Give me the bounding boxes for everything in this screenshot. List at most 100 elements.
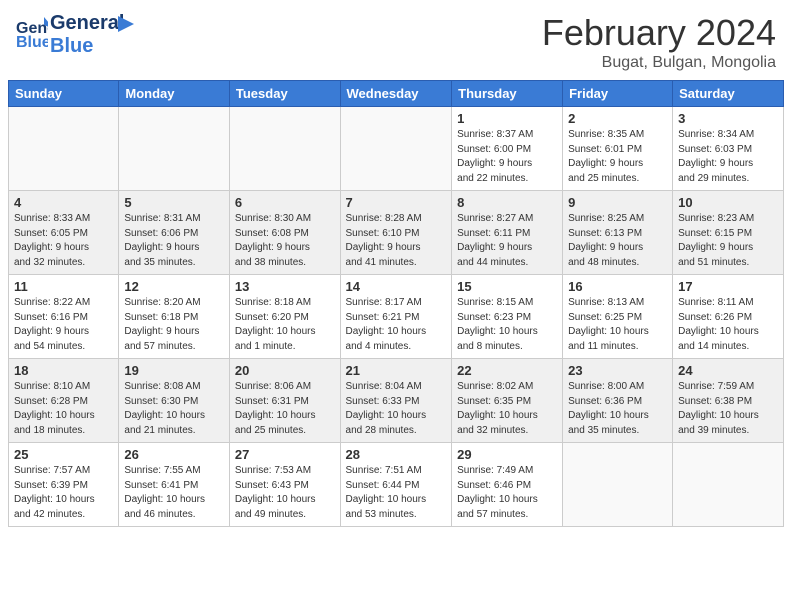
day-info: Sunrise: 7:59 AM Sunset: 6:38 PM Dayligh… — [678, 380, 778, 438]
subtitle: Bugat, Bulgan, Mongolia — [542, 54, 776, 72]
day-info: Sunrise: 8:23 AM Sunset: 6:15 PM Dayligh… — [678, 212, 778, 270]
calendar-cell: 28Sunrise: 7:51 AM Sunset: 6:44 PM Dayli… — [340, 443, 452, 527]
day-info: Sunrise: 8:04 AM Sunset: 6:33 PM Dayligh… — [346, 380, 447, 438]
day-info: Sunrise: 8:35 AM Sunset: 6:01 PM Dayligh… — [568, 128, 667, 186]
calendar-cell — [119, 107, 230, 191]
calendar-week-row: 25 Sunrise: 7:57 AM Sunset: 6:39 PM Dayli… — [9, 443, 784, 527]
day-number: 22 — [457, 363, 557, 378]
day-number: 10 — [678, 195, 778, 210]
calendar-cell — [229, 107, 340, 191]
day-info: Sunrise: 8:28 AM Sunset: 6:10 PM Dayligh… — [346, 212, 447, 270]
calendar-cell: 11Sunrise: 8:22 AM Sunset: 6:16 PM Dayli… — [9, 275, 119, 359]
logo-blue: Blue — [50, 35, 124, 58]
calendar-body: 1 Sunrise: 8:37 AM Sunset: 6:00 PM Daylig… — [9, 107, 784, 527]
day-number: 8 — [457, 195, 557, 210]
day-number: 3 — [678, 111, 778, 126]
calendar-table: SundayMondayTuesdayWednesdayThursdayFrid… — [8, 80, 784, 527]
day-number: 5 — [124, 195, 224, 210]
calendar-cell: 25 Sunrise: 7:57 AM Sunset: 6:39 PM Dayli… — [9, 443, 119, 527]
calendar-cell: 14 Sunrise: 8:17 AM Sunset: 6:21 PM Dayli… — [340, 275, 452, 359]
day-info: Sunrise: 8:10 AM Sunset: 6:28 PM Dayligh… — [14, 380, 113, 438]
day-number: 1 — [457, 111, 557, 126]
day-info: Sunrise: 7:49 AM Sunset: 6:46 PM Dayligh… — [457, 464, 557, 522]
day-info: Sunrise: 8:13 AM Sunset: 6:25 PM Dayligh… — [568, 296, 667, 354]
day-info: Sunrise: 7:57 AM Sunset: 6:39 PM Dayligh… — [14, 464, 113, 522]
calendar-cell: 20 Sunrise: 8:06 AM Sunset: 6:31 PM Dayli… — [229, 359, 340, 443]
calendar-header: SundayMondayTuesdayWednesdayThursdayFrid… — [9, 81, 784, 107]
day-number: 24 — [678, 363, 778, 378]
day-number: 15 — [457, 279, 557, 294]
day-header-wednesday: Wednesday — [340, 81, 452, 107]
day-info: Sunrise: 8:37 AM Sunset: 6:00 PM Dayligh… — [457, 128, 557, 186]
days-header-row: SundayMondayTuesdayWednesdayThursdayFrid… — [9, 81, 784, 107]
day-number: 6 — [235, 195, 335, 210]
calendar-cell: 7Sunrise: 8:28 AM Sunset: 6:10 PM Daylig… — [340, 191, 452, 275]
calendar-cell: 18 Sunrise: 8:10 AM Sunset: 6:28 PM Dayli… — [9, 359, 119, 443]
day-header-tuesday: Tuesday — [229, 81, 340, 107]
day-info: Sunrise: 8:00 AM Sunset: 6:36 PM Dayligh… — [568, 380, 667, 438]
calendar-cell: 10 Sunrise: 8:23 AM Sunset: 6:15 PM Dayli… — [673, 191, 784, 275]
logo-triangle — [118, 16, 134, 37]
calendar-cell: 22Sunrise: 8:02 AM Sunset: 6:35 PM Dayli… — [452, 359, 563, 443]
day-number: 20 — [235, 363, 335, 378]
day-info: Sunrise: 8:20 AM Sunset: 6:18 PM Dayligh… — [124, 296, 224, 354]
day-number: 2 — [568, 111, 667, 126]
day-info: Sunrise: 7:53 AM Sunset: 6:43 PM Dayligh… — [235, 464, 335, 522]
svg-text:Blue: Blue — [16, 34, 48, 51]
calendar-cell — [9, 107, 119, 191]
calendar-cell — [563, 443, 673, 527]
calendar-cell: 8Sunrise: 8:27 AM Sunset: 6:11 PM Daylig… — [452, 191, 563, 275]
calendar-week-row: 4Sunrise: 8:33 AM Sunset: 6:05 PM Daylig… — [9, 191, 784, 275]
logo-general: General — [50, 12, 124, 35]
calendar-cell: 9Sunrise: 8:25 AM Sunset: 6:13 PM Daylig… — [563, 191, 673, 275]
calendar-week-row: 1 Sunrise: 8:37 AM Sunset: 6:00 PM Daylig… — [9, 107, 784, 191]
day-number: 26 — [124, 447, 224, 462]
calendar-cell: 16 Sunrise: 8:13 AM Sunset: 6:25 PM Dayli… — [563, 275, 673, 359]
day-info: Sunrise: 8:17 AM Sunset: 6:21 PM Dayligh… — [346, 296, 447, 354]
calendar-cell: 21 Sunrise: 8:04 AM Sunset: 6:33 PM Dayli… — [340, 359, 452, 443]
day-number: 14 — [346, 279, 447, 294]
day-number: 25 — [14, 447, 113, 462]
calendar-wrap: SundayMondayTuesdayWednesdayThursdayFrid… — [0, 80, 792, 531]
header: General Blue General Blue February 2024 … — [0, 0, 792, 80]
day-number: 12 — [124, 279, 224, 294]
calendar-cell: 23 Sunrise: 8:00 AM Sunset: 6:36 PM Dayli… — [563, 359, 673, 443]
day-number: 19 — [124, 363, 224, 378]
day-info: Sunrise: 8:11 AM Sunset: 6:26 PM Dayligh… — [678, 296, 778, 354]
day-number: 21 — [346, 363, 447, 378]
day-number: 13 — [235, 279, 335, 294]
day-info: Sunrise: 7:55 AM Sunset: 6:41 PM Dayligh… — [124, 464, 224, 522]
logo: General Blue General Blue — [16, 12, 134, 58]
calendar-cell: 2 Sunrise: 8:35 AM Sunset: 6:01 PM Daylig… — [563, 107, 673, 191]
calendar-cell: 24 Sunrise: 7:59 AM Sunset: 6:38 PM Dayli… — [673, 359, 784, 443]
calendar-cell — [340, 107, 452, 191]
calendar-cell: 19 Sunrise: 8:08 AM Sunset: 6:30 PM Dayli… — [119, 359, 230, 443]
calendar-cell: 13Sunrise: 8:18 AM Sunset: 6:20 PM Dayli… — [229, 275, 340, 359]
day-info: Sunrise: 8:34 AM Sunset: 6:03 PM Dayligh… — [678, 128, 778, 186]
calendar-cell: 5Sunrise: 8:31 AM Sunset: 6:06 PM Daylig… — [119, 191, 230, 275]
day-header-sunday: Sunday — [9, 81, 119, 107]
calendar-cell: 12 Sunrise: 8:20 AM Sunset: 6:18 PM Dayli… — [119, 275, 230, 359]
day-info: Sunrise: 8:30 AM Sunset: 6:08 PM Dayligh… — [235, 212, 335, 270]
calendar-week-row: 11Sunrise: 8:22 AM Sunset: 6:16 PM Dayli… — [9, 275, 784, 359]
calendar-week-row: 18 Sunrise: 8:10 AM Sunset: 6:28 PM Dayli… — [9, 359, 784, 443]
day-header-monday: Monday — [119, 81, 230, 107]
day-info: Sunrise: 8:08 AM Sunset: 6:30 PM Dayligh… — [124, 380, 224, 438]
calendar-cell: 29Sunrise: 7:49 AM Sunset: 6:46 PM Dayli… — [452, 443, 563, 527]
day-header-thursday: Thursday — [452, 81, 563, 107]
title-block: February 2024 Bugat, Bulgan, Mongolia — [542, 12, 776, 72]
day-number: 11 — [14, 279, 113, 294]
day-number: 23 — [568, 363, 667, 378]
calendar-cell: 6 Sunrise: 8:30 AM Sunset: 6:08 PM Daylig… — [229, 191, 340, 275]
day-info: Sunrise: 8:15 AM Sunset: 6:23 PM Dayligh… — [457, 296, 557, 354]
calendar-cell: 27Sunrise: 7:53 AM Sunset: 6:43 PM Dayli… — [229, 443, 340, 527]
calendar-cell: 1 Sunrise: 8:37 AM Sunset: 6:00 PM Daylig… — [452, 107, 563, 191]
logo-icon: General Blue — [16, 15, 48, 51]
day-info: Sunrise: 8:25 AM Sunset: 6:13 PM Dayligh… — [568, 212, 667, 270]
day-info: Sunrise: 8:33 AM Sunset: 6:05 PM Dayligh… — [14, 212, 113, 270]
day-number: 18 — [14, 363, 113, 378]
day-info: Sunrise: 8:06 AM Sunset: 6:31 PM Dayligh… — [235, 380, 335, 438]
page: General Blue General Blue February 2024 … — [0, 0, 792, 612]
day-number: 16 — [568, 279, 667, 294]
calendar-cell: 3 Sunrise: 8:34 AM Sunset: 6:03 PM Daylig… — [673, 107, 784, 191]
